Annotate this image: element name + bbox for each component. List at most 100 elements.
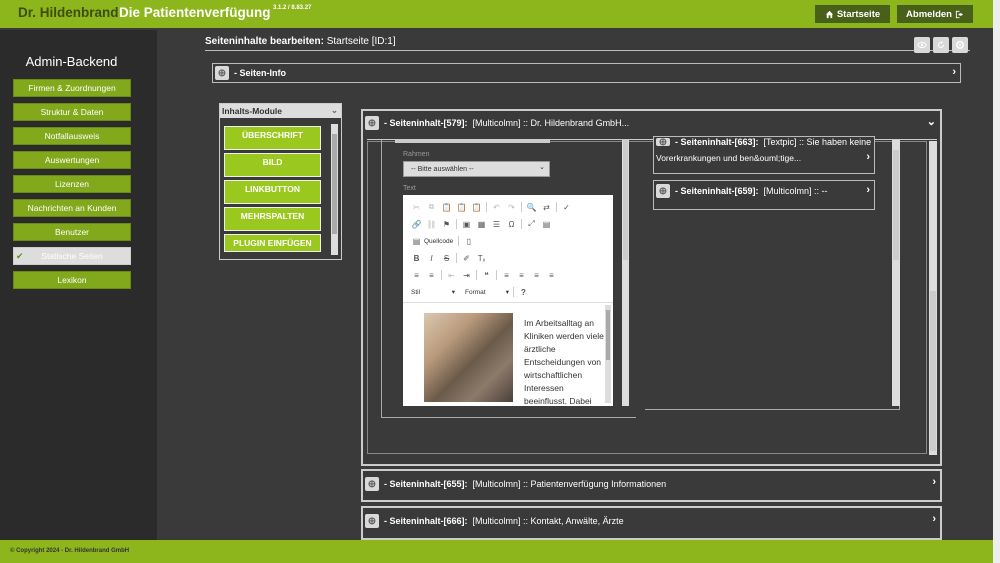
page-scrollbar[interactable] [993,0,1000,563]
blockquote-icon[interactable]: ❝ [479,269,494,281]
copy-icon[interactable]: ⧉ [424,201,439,213]
bold-icon[interactable]: B [409,252,424,264]
modules-scrollbar[interactable] [331,124,338,255]
left-column-scrollbar[interactable] [622,140,629,406]
source-icon[interactable]: ▤ [409,235,424,247]
source-label[interactable]: Quellcode [424,238,453,245]
maximize-icon[interactable]: ⤢ [524,218,539,230]
modules-panel: Inhalts-Module ⌄ ÜBERSCHRIFT BILD LINKBUT… [219,103,342,260]
find-icon[interactable]: 🔍 [524,201,539,213]
sidebar-item-auswertungen[interactable]: Auswertungen [13,151,131,169]
editor-content-text[interactable]: Im Arbeitsalltag an Kliniken werden viel… [524,317,604,408]
unlink-icon[interactable]: ⛓ [424,218,439,230]
content-666-panel[interactable]: ⊕ - Seiteninhalt-[666]: [Multicolmn] :: … [361,506,942,540]
link-icon[interactable]: 🔗 [409,218,424,230]
sidebar-item-nachrichten[interactable]: Nachrichten an Kunden [13,199,131,217]
sidebar-item-lizenzen[interactable]: Lizenzen [13,175,131,193]
numbered-list-icon[interactable]: ≡ [409,269,424,281]
clear-format-icon[interactable]: Tₓ [474,252,489,264]
home-button[interactable]: Startseite [815,5,890,23]
indent-icon[interactable]: ⇥ [459,269,474,281]
replace-icon[interactable]: ⇄ [539,201,554,213]
logout-button[interactable]: Abmelden [897,5,973,23]
module-ueberschrift-button[interactable]: ÜBERSCHRIFT [224,126,321,150]
content-663-panel[interactable]: ⊕ - Seiteninhalt-[663]: [Textpic] :: Sie… [653,136,875,174]
align-center-icon[interactable]: ≡ [514,269,529,281]
modules-title: Inhalts-Module ⌄ [220,104,341,118]
sidebar-item-label: Struktur & Daten [40,107,104,117]
sidebar-title: Admin-Backend [25,54,118,69]
blocks-icon[interactable]: ▤ [539,218,554,230]
module-mehrspalten-button[interactable]: MEHRSPALTEN [224,207,321,231]
seiten-info-panel[interactable]: ⊕ - Seiten-Info › [212,63,961,83]
scrollbar-thumb[interactable] [893,150,899,260]
module-bild-button[interactable]: BILD [224,153,321,177]
expand-icon: ⊕ [365,477,379,491]
expand-icon: ⊕ [656,137,670,148]
rich-text-editor[interactable]: ✂ ⧉ 📋 📋 📋 ↶ ↷ 🔍 ⇄ ✓ 🔗 ⛓ ⚑ ▣ ▦ ☰ Ω ⤢ ▤ ▤ … [403,195,613,406]
editor-scrollbar[interactable] [605,305,611,403]
settings-icon[interactable] [952,37,968,53]
scrollbar-thumb[interactable] [606,310,610,360]
expand-icon[interactable]: ⊕ [365,116,379,130]
help-icon[interactable]: ? [516,286,531,298]
sidebar-item-label: Lizenzen [54,179,90,189]
chevron-right-icon: › [866,151,870,163]
style-dropdown[interactable]: Stil ▾ [409,286,457,298]
module-plugin-button[interactable]: PLUGIN EINFÜGEN [224,234,321,252]
eye-icon[interactable] [914,37,930,53]
anchor-icon[interactable]: ⚑ [439,218,454,230]
rahmen-select[interactable]: -- Bitte auswählen -- ⌄ [403,161,550,177]
content-659-label-rest: [Multicolmn] :: -- [763,186,828,196]
logout-icon [955,10,964,18]
hr-icon[interactable]: ☰ [489,218,504,230]
chevron-down-icon[interactable]: ⌄ [927,115,936,128]
spellcheck-icon[interactable]: ✓ [559,201,574,213]
expand-icon: ⊕ [215,66,229,80]
content-579-label-bold: - Seiteninhalt-[579]: [384,118,468,128]
align-right-icon[interactable]: ≡ [529,269,544,281]
table-icon[interactable]: ▦ [474,218,489,230]
sidebar-item-struktur[interactable]: Struktur & Daten [13,103,131,121]
paste-word-icon[interactable]: 📋 [469,201,484,213]
right-column-scrollbar[interactable] [892,140,900,406]
content-655-panel[interactable]: ⊕ - Seiteninhalt-[655]: [Multicolmn] :: … [361,469,942,502]
sidebar-item-lexikon[interactable]: Lexikon [13,271,131,289]
title-divider [205,50,970,51]
sidebar-item-firmen[interactable]: Firmen & Zuordnungen [13,79,131,97]
strikethrough-icon[interactable]: S [439,252,454,264]
remove-format-icon[interactable]: ✐ [459,252,474,264]
special-char-icon[interactable]: Ω [504,218,519,230]
image-icon[interactable]: ▣ [459,218,474,230]
brand-name: Dr. Hildenbrand [18,5,119,20]
sidebar-item-benutzer[interactable]: Benutzer [13,223,131,241]
content-photo[interactable] [424,313,513,402]
undo-icon[interactable]: ↶ [489,201,504,213]
sidebar-item-notfallausweis[interactable]: Notfallausweis [13,127,131,145]
content-659-panel[interactable]: ⊕ - Seiteninhalt-[659]: [Multicolmn] :: … [653,180,875,210]
align-left-icon[interactable]: ≡ [499,269,514,281]
checkmark-icon: ✔ [16,251,24,261]
chevron-down-icon: ⌄ [539,164,545,171]
italic-icon[interactable]: I [424,252,439,264]
module-linkbutton-button[interactable]: LINKBUTTON [224,180,321,204]
paste-icon[interactable]: 📋 [439,201,454,213]
page-title-rest: Startseite [ID:1] [326,36,396,47]
document-icon[interactable]: ▯ [461,235,476,247]
scrollbar-thumb[interactable] [930,291,936,451]
outdent-icon[interactable]: ⇤ [444,269,459,281]
cut-icon[interactable]: ✂ [409,201,424,213]
scrollbar-thumb[interactable] [332,134,337,234]
align-justify-icon[interactable]: ≡ [544,269,559,281]
bullet-list-icon[interactable]: ≡ [424,269,439,281]
sidebar-item-label: Notfallausweis [44,131,100,141]
expand-icon: ⊕ [365,514,379,528]
redo-icon[interactable]: ↷ [504,201,519,213]
format-dropdown[interactable]: Format ▾ [463,286,511,298]
paste-text-icon[interactable]: 📋 [454,201,469,213]
sidebar-item-statische-seiten[interactable]: ✔ Statische Seiten [13,247,131,265]
divider [395,140,550,143]
refresh-icon[interactable] [933,37,949,53]
outer-scrollbar[interactable] [929,141,937,455]
scrollbar-thumb[interactable] [623,140,628,260]
